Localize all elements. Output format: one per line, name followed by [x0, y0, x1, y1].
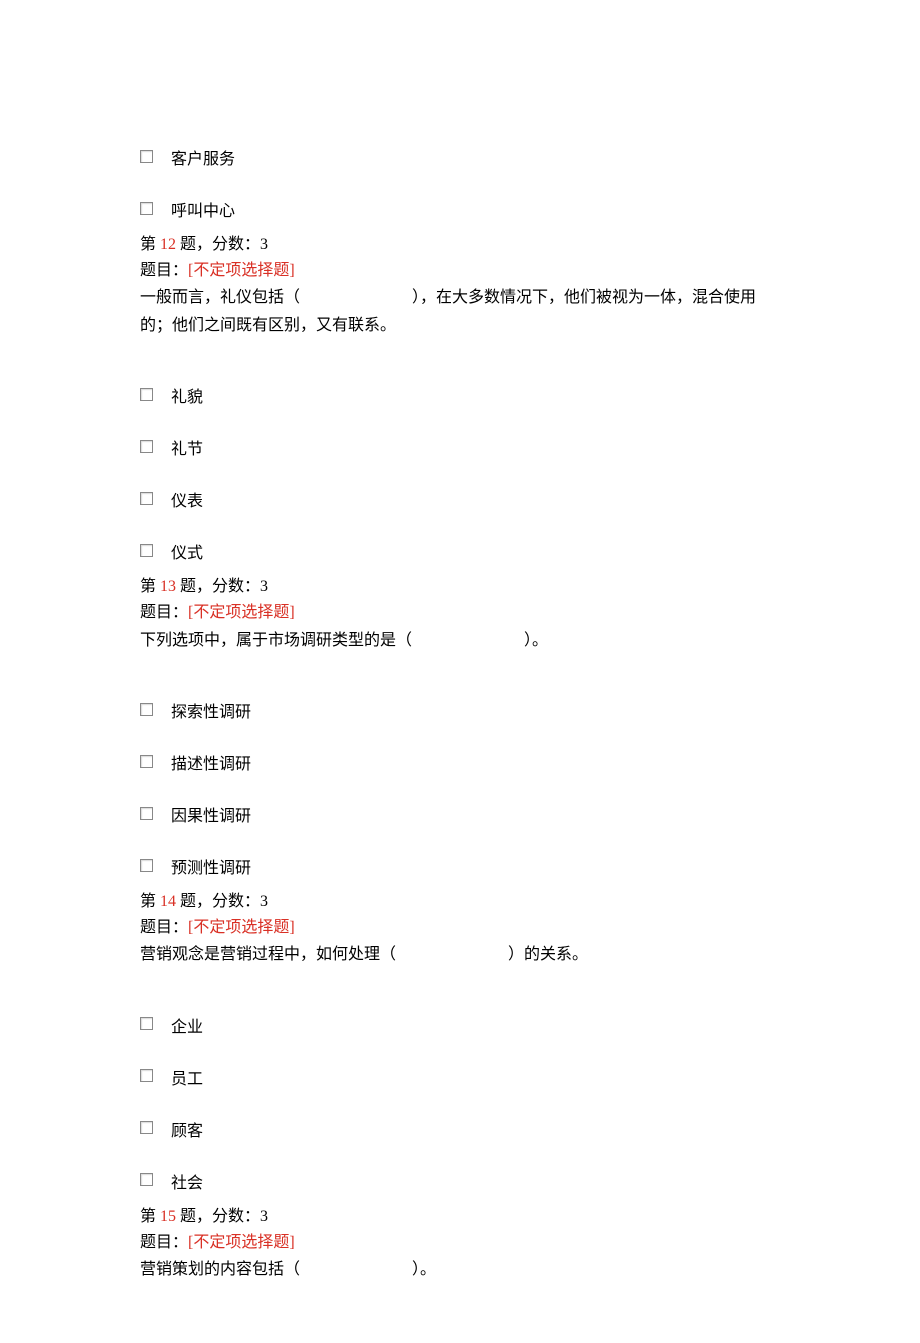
question-prefix: 第 — [140, 236, 160, 253]
question-prefix: 第 — [140, 893, 160, 910]
list-item: 顾客 — [140, 1120, 780, 1144]
option-label: 客户服务 — [171, 148, 235, 172]
option-label: 社会 — [171, 1172, 203, 1196]
question-mid: 题，分数： — [176, 578, 260, 595]
question-number-line: 第 13 题，分数：3 — [140, 574, 780, 600]
question-stem: 的；他们之间既有区别，又有联系。 — [140, 313, 780, 339]
checkbox-icon[interactable] — [140, 492, 153, 505]
question-score: 3 — [260, 578, 268, 595]
question-type-prefix: 题目： — [140, 919, 188, 936]
checkbox-icon[interactable] — [140, 202, 153, 215]
question-mid: 题，分数： — [176, 1208, 260, 1225]
option-label: 预测性调研 — [171, 857, 251, 881]
question-number: 15 — [160, 1208, 176, 1225]
checkbox-icon[interactable] — [140, 1121, 153, 1134]
question-mid: 题，分数： — [176, 893, 260, 910]
option-label: 仪表 — [171, 490, 203, 514]
question-type: [不定项选择题] — [188, 262, 295, 279]
option-label: 礼貌 — [171, 386, 203, 410]
question-header: 第 13 题，分数：3 题目：[不定项选择题] 下列选项中，属于市场调研类型的是… — [140, 574, 780, 653]
checkbox-icon[interactable] — [140, 1017, 153, 1030]
question-number: 12 — [160, 236, 176, 253]
option-label: 企业 — [171, 1016, 203, 1040]
question-mid: 题，分数： — [176, 236, 260, 253]
question-header: 第 12 题，分数：3 题目：[不定项选择题] 一般而言，礼仪包括（ ），在大多… — [140, 232, 780, 338]
question-number: 14 — [160, 893, 176, 910]
list-item: 仪表 — [140, 490, 780, 514]
question-score: 3 — [260, 1208, 268, 1225]
list-item: 社会 — [140, 1172, 780, 1196]
question-stem: 一般而言，礼仪包括（ ），在大多数情况下，他们被视为一体，混合使用 — [140, 285, 780, 311]
checkbox-icon[interactable] — [140, 1069, 153, 1082]
question-number-line: 第 12 题，分数：3 — [140, 232, 780, 258]
checkbox-icon[interactable] — [140, 544, 153, 557]
option-label: 仪式 — [171, 542, 203, 566]
checkbox-icon[interactable] — [140, 703, 153, 716]
option-label: 礼节 — [171, 438, 203, 462]
checkbox-icon[interactable] — [140, 1173, 153, 1186]
question-stem: 营销观念是营销过程中，如何处理（ ）的关系。 — [140, 942, 780, 968]
list-item: 因果性调研 — [140, 805, 780, 829]
question-type-prefix: 题目： — [140, 262, 188, 279]
list-item: 企业 — [140, 1016, 780, 1040]
option-label: 呼叫中心 — [171, 200, 235, 224]
checkbox-icon[interactable] — [140, 807, 153, 820]
question-score: 3 — [260, 893, 268, 910]
question-stem: 营销策划的内容包括（ ）。 — [140, 1257, 780, 1283]
question-type: [不定项选择题] — [188, 919, 295, 936]
question-header: 第 15 题，分数：3 题目：[不定项选择题] 营销策划的内容包括（ ）。 — [140, 1204, 780, 1283]
question-score: 3 — [260, 236, 268, 253]
checkbox-icon[interactable] — [140, 440, 153, 453]
option-label: 因果性调研 — [171, 805, 251, 829]
question-header: 第 14 题，分数：3 题目：[不定项选择题] 营销观念是营销过程中，如何处理（… — [140, 889, 780, 968]
list-item: 预测性调研 — [140, 857, 780, 881]
question-number: 13 — [160, 578, 176, 595]
checkbox-icon[interactable] — [140, 150, 153, 163]
option-label: 探索性调研 — [171, 701, 251, 725]
list-item: 仪式 — [140, 542, 780, 566]
question-type-line: 题目：[不定项选择题] — [140, 1230, 780, 1256]
list-item: 员工 — [140, 1068, 780, 1092]
question-prefix: 第 — [140, 1208, 160, 1225]
question-type-line: 题目：[不定项选择题] — [140, 600, 780, 626]
question-type-line: 题目：[不定项选择题] — [140, 258, 780, 284]
question-number-line: 第 15 题，分数：3 — [140, 1204, 780, 1230]
question-type: [不定项选择题] — [188, 604, 295, 621]
option-label: 员工 — [171, 1068, 203, 1092]
checkbox-icon[interactable] — [140, 755, 153, 768]
question-number-line: 第 14 题，分数：3 — [140, 889, 780, 915]
list-item: 呼叫中心 — [140, 200, 780, 224]
list-item: 客户服务 — [140, 148, 780, 172]
checkbox-icon[interactable] — [140, 859, 153, 872]
question-type-line: 题目：[不定项选择题] — [140, 915, 780, 941]
list-item: 礼貌 — [140, 386, 780, 410]
list-item: 探索性调研 — [140, 701, 780, 725]
question-type-prefix: 题目： — [140, 604, 188, 621]
option-label: 描述性调研 — [171, 753, 251, 777]
list-item: 礼节 — [140, 438, 780, 462]
question-type-prefix: 题目： — [140, 1234, 188, 1251]
checkbox-icon[interactable] — [140, 388, 153, 401]
question-prefix: 第 — [140, 578, 160, 595]
list-item: 描述性调研 — [140, 753, 780, 777]
question-type: [不定项选择题] — [188, 1234, 295, 1251]
question-stem: 下列选项中，属于市场调研类型的是（ ）。 — [140, 628, 780, 654]
option-label: 顾客 — [171, 1120, 203, 1144]
